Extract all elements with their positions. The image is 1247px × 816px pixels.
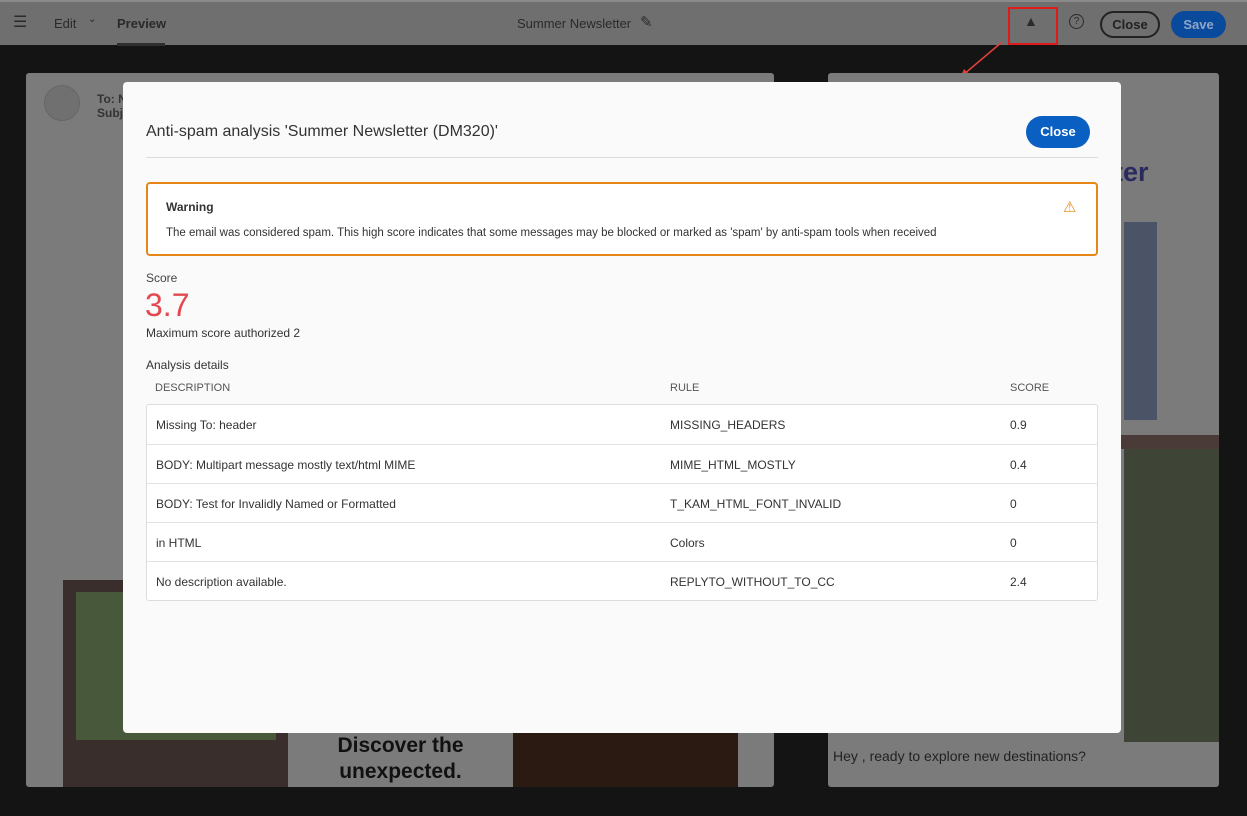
divider	[146, 157, 1098, 158]
row-rule: MISSING_HEADERS	[670, 418, 786, 432]
table-row: in HTML Colors 0	[147, 522, 1097, 561]
column-header-rule: RULE	[670, 382, 700, 394]
table-row: Missing To: header MISSING_HEADERS 0.9	[147, 405, 1097, 444]
row-description: BODY: Test for Invalidly Named or Format…	[156, 497, 396, 511]
active-tab-indicator	[117, 43, 165, 46]
row-score: 0	[1010, 536, 1017, 550]
table-row: No description available. REPLYTO_WITHOUT…	[147, 561, 1097, 600]
row-description: Missing To: header	[156, 418, 257, 432]
document-title: Summer Newsletter	[517, 16, 632, 31]
table-row: BODY: Multipart message mostly text/html…	[147, 444, 1097, 483]
row-rule: T_KAM_HTML_FONT_INVALID	[670, 497, 842, 511]
row-rule: MIME_HTML_MOSTLY	[670, 458, 796, 472]
anti-spam-dialog: Anti-spam analysis 'Summer Newsletter (D…	[123, 82, 1121, 733]
top-bar: ☰ Edit ⌄ Preview Summer Newsletter ✎ ▲ ?…	[0, 0, 1247, 46]
help-icon[interactable]: ?	[1069, 14, 1084, 29]
spam-check-icon[interactable]: ▲	[1024, 13, 1038, 29]
edit-title-icon[interactable]: ✎	[640, 13, 653, 31]
save-button[interactable]: Save	[1171, 11, 1226, 38]
close-button[interactable]: Close	[1100, 11, 1160, 38]
analysis-table: Missing To: header MISSING_HEADERS 0.9 BOD…	[146, 404, 1098, 601]
warning-title: Warning	[166, 200, 214, 214]
bridge-photo	[1124, 449, 1219, 742]
cta-heading: Discover the unexpected.	[337, 734, 464, 783]
lake-photo	[1124, 222, 1157, 420]
dialog-close-button[interactable]: Close	[1026, 116, 1090, 148]
warning-icon: ⚠	[1063, 199, 1077, 216]
dialog-title: Anti-spam analysis 'Summer Newsletter (D…	[146, 123, 498, 140]
menu-icon[interactable]: ☰	[13, 12, 27, 32]
edit-menu[interactable]: Edit	[54, 16, 76, 31]
warning-alert: Warning The email was considered spam. T…	[146, 182, 1098, 256]
column-header-score: SCORE	[1010, 382, 1050, 394]
table-row: BODY: Test for Invalidly Named or Format…	[147, 483, 1097, 522]
row-score: 0.4	[1010, 458, 1027, 472]
greeting-text: Hey , ready to explore new destinations?	[833, 748, 1086, 764]
row-score: 0.9	[1010, 418, 1027, 432]
warning-text: The email was considered spam. This high…	[166, 227, 937, 239]
row-description: in HTML	[156, 536, 202, 550]
score-label: Score	[146, 271, 178, 285]
avatar	[44, 85, 80, 121]
row-score: 2.4	[1010, 575, 1027, 589]
details-label: Analysis details	[146, 358, 229, 372]
row-description: BODY: Multipart message mostly text/html…	[156, 458, 416, 472]
score-value: 3.7	[145, 287, 190, 323]
row-rule: REPLYTO_WITHOUT_TO_CC	[670, 575, 835, 589]
column-header-description: DESCRIPTION	[155, 382, 231, 394]
subject-field: Subj	[97, 106, 123, 120]
row-rule: Colors	[670, 536, 705, 550]
row-score: 0	[1010, 497, 1017, 511]
row-description: No description available.	[156, 575, 287, 589]
tab-preview[interactable]: Preview	[117, 16, 166, 31]
chevron-down-icon[interactable]: ⌄	[88, 14, 96, 25]
max-score: Maximum score authorized 2	[146, 326, 301, 340]
